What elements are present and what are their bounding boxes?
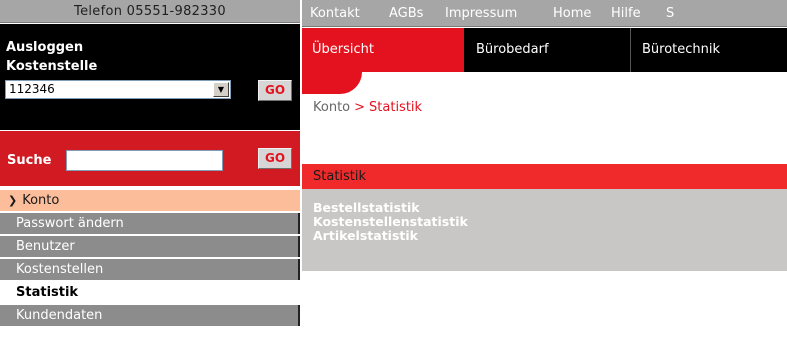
topnav-impressum[interactable]: Impressum <box>445 0 517 26</box>
sidebar-item-benutzer[interactable]: Benutzer <box>0 236 300 257</box>
account-box: Ausloggen Kostenstelle 112346 ▼ GO <box>0 24 300 130</box>
topnav-agbs[interactable]: AGBs <box>389 0 423 26</box>
sidebar-item-passwort[interactable]: Passwort ändern <box>0 213 300 234</box>
cost-center-go-button[interactable]: GO <box>258 80 292 101</box>
tab-buerobedarf[interactable]: Bürobedarf <box>466 28 630 72</box>
left-sidebar: Telefon 05551-982330 Ausloggen Kostenste… <box>0 0 300 342</box>
search-go-button[interactable]: GO <box>258 148 292 169</box>
tab-buerotechnik[interactable]: Bürotechnik <box>632 28 787 72</box>
breadcrumb-separator: > <box>354 100 366 115</box>
logout-link[interactable]: Ausloggen <box>6 40 83 55</box>
topnav-hilfe[interactable]: Hilfe <box>611 0 641 26</box>
section-title: Statistik <box>313 169 367 184</box>
chevron-down-icon: ❯ <box>8 194 18 207</box>
section-title-bar: Statistik <box>302 164 787 189</box>
top-navigation: Kontakt AGBs Impressum Home Hilfe S <box>302 0 787 27</box>
breadcrumb-statistik: Statistik <box>369 100 423 115</box>
content-header: Konto > Statistik <box>302 72 787 164</box>
breadcrumb: Konto > Statistik <box>313 100 422 115</box>
link-artikelstatistik[interactable]: Artikelstatistik <box>302 229 787 243</box>
topnav-home[interactable]: Home <box>553 0 591 26</box>
cost-center-value: 112346 <box>9 82 55 96</box>
phone-number: Telefon 05551-982330 <box>0 0 300 23</box>
cost-center-select[interactable]: 112346 ▼ <box>5 80 231 99</box>
link-kostenstellenstatistik[interactable]: Kostenstellenstatistik <box>302 215 787 229</box>
statistics-links-box: Bestellstatistik Kostenstellenstatistik … <box>302 189 787 271</box>
search-box: Suche GO <box>0 131 300 186</box>
topnav-s[interactable]: S <box>666 0 674 26</box>
sidebar-item-konto[interactable]: ❯ Konto <box>0 190 300 211</box>
cost-center-label: Kostenstelle <box>6 59 98 74</box>
tab-divider <box>630 28 631 72</box>
search-label: Suche <box>7 153 52 168</box>
topnav-kontakt[interactable]: Kontakt <box>310 0 360 26</box>
tab-corner-curve <box>302 72 362 94</box>
sidebar-item-label: Konto <box>22 193 60 208</box>
dropdown-arrow-icon[interactable]: ▼ <box>213 82 229 97</box>
breadcrumb-konto[interactable]: Konto <box>313 100 350 115</box>
tab-uebersicht[interactable]: Übersicht <box>302 28 464 72</box>
search-input[interactable] <box>66 150 223 171</box>
sidebar-nav: ❯ Konto Passwort ändern Benutzer Kostenst… <box>0 190 300 328</box>
link-bestellstatistik[interactable]: Bestellstatistik <box>302 201 787 215</box>
sidebar-item-kundendaten[interactable]: Kundendaten <box>0 305 300 326</box>
sidebar-item-statistik[interactable]: Statistik <box>0 282 300 303</box>
main-tabs: Übersicht Bürobedarf Bürotechnik <box>302 28 787 72</box>
sidebar-item-kostenstellen[interactable]: Kostenstellen <box>0 259 300 280</box>
